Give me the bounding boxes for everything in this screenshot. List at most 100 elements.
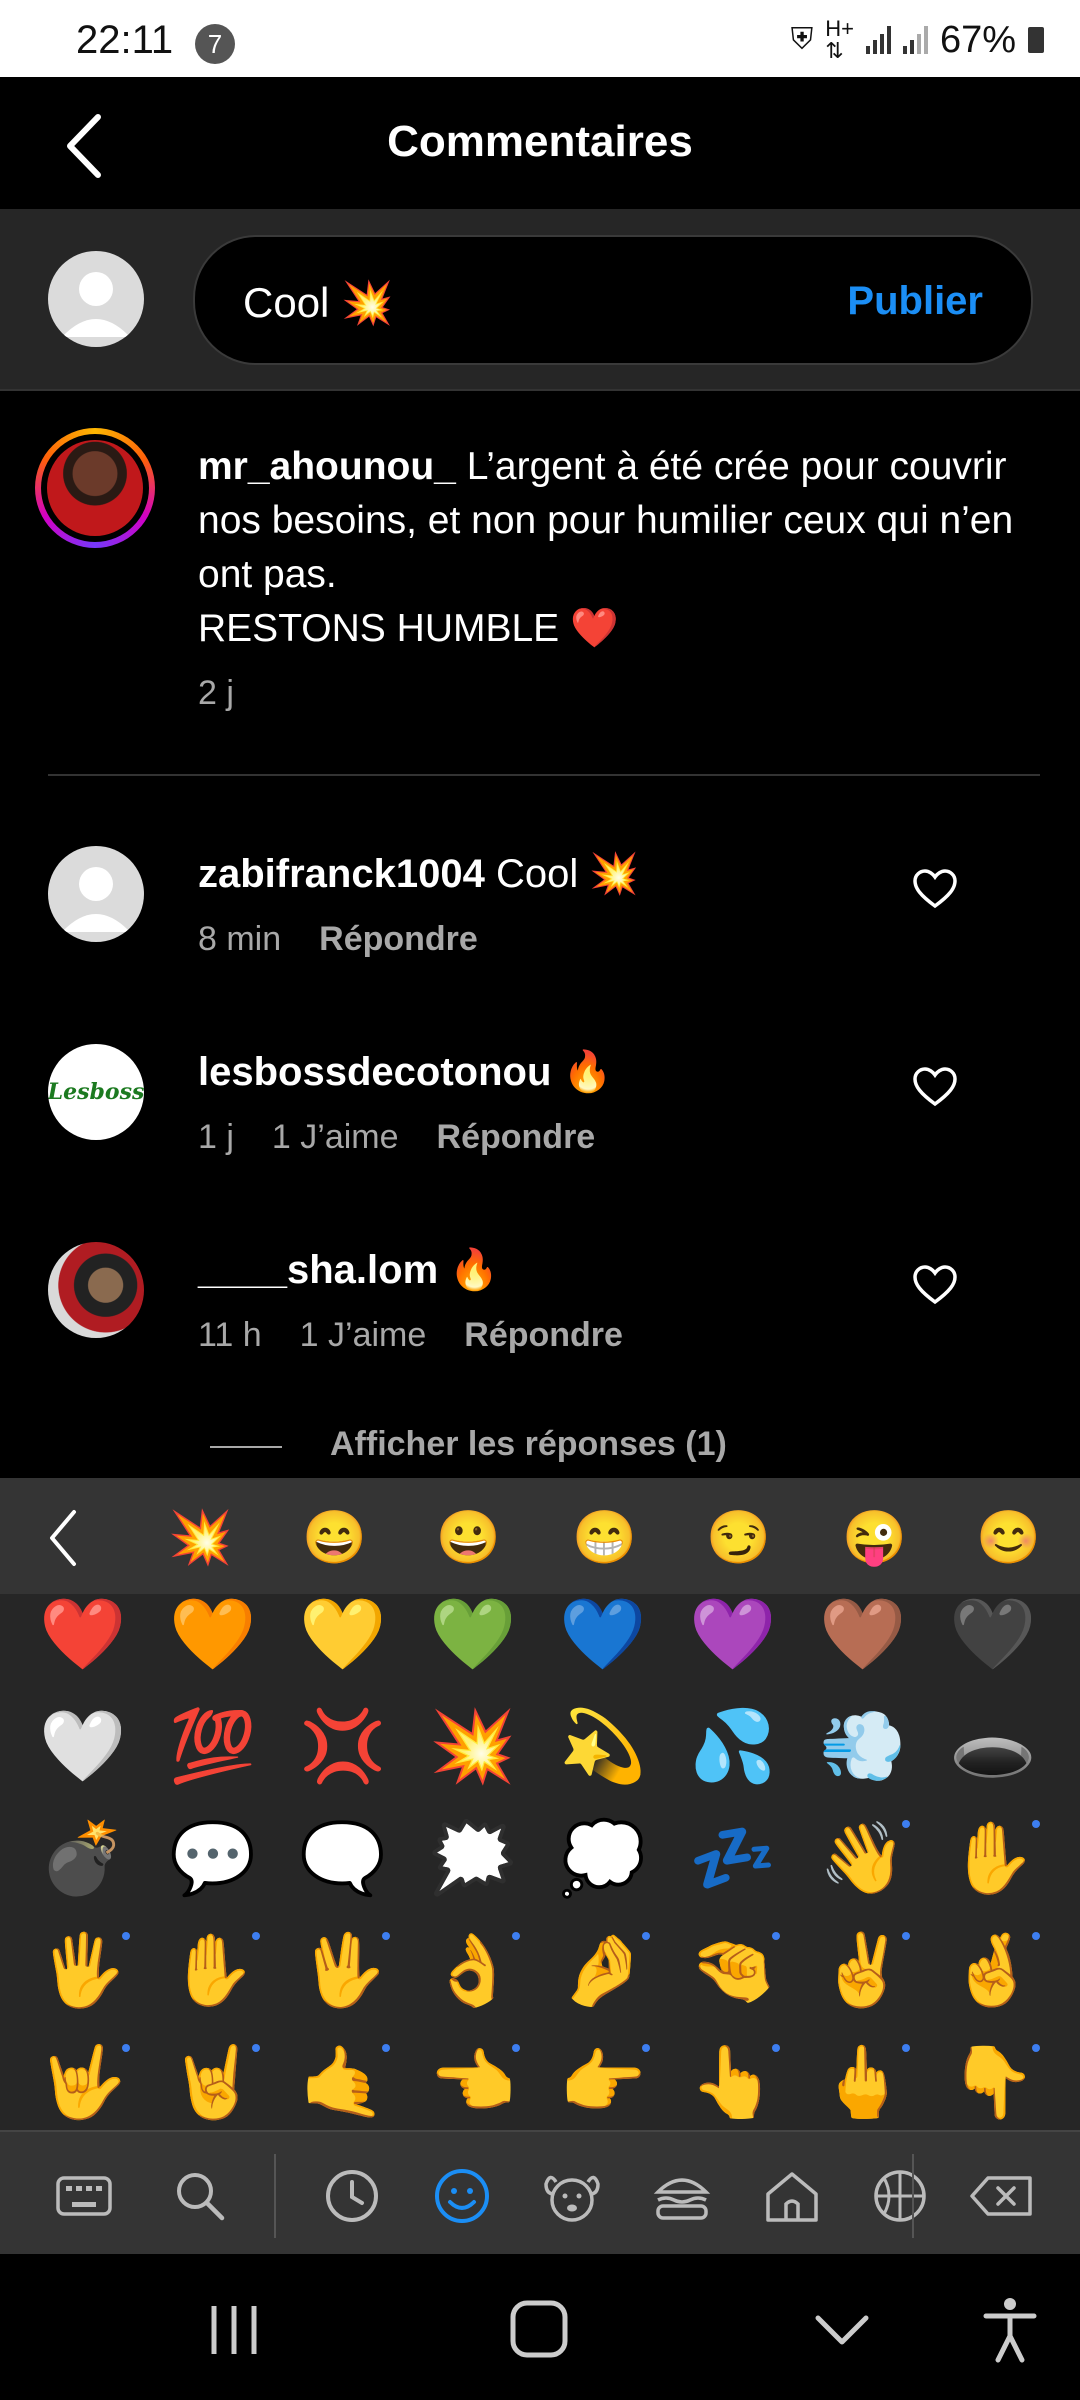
emoji-key[interactable]: 👆 — [668, 2026, 798, 2130]
clock-icon — [326, 2170, 378, 2222]
comment-meta: 11 h 1 J’aime Répondre — [198, 1316, 623, 1355]
emoji-key[interactable]: 👌 — [408, 1914, 538, 2026]
accessibility-button[interactable] — [980, 2294, 1040, 2369]
reply-button[interactable]: Répondre — [437, 1118, 596, 1157]
comment-text: 🔥 — [562, 1050, 613, 1094]
comment-username[interactable]: lesbossdecotonou — [198, 1050, 551, 1094]
recent-emoji[interactable]: 😏 — [706, 1508, 771, 1568]
food-tab[interactable] — [650, 2164, 714, 2228]
emoji-back-button[interactable] — [44, 1506, 84, 1575]
reply-button[interactable]: Répondre — [319, 920, 478, 959]
emoji-key[interactable]: ✌️ — [798, 1914, 928, 2026]
comment-input-text[interactable]: Cool 💥 — [243, 279, 393, 328]
emoji-key[interactable]: 💦 — [668, 1690, 798, 1802]
emoji-key[interactable]: 🖐️ — [18, 1914, 148, 2026]
status-time: 22:11 — [76, 18, 174, 62]
recent-emoji[interactable]: 😁 — [572, 1508, 637, 1568]
comment-time: 1 j — [198, 1118, 234, 1156]
comment-likes[interactable]: 1 J’aime — [300, 1316, 427, 1355]
emoji-search-button[interactable] — [168, 2164, 232, 2228]
emoji-key[interactable]: 🖖 — [278, 1914, 408, 2026]
emoji-key[interactable]: 👈 — [408, 2026, 538, 2130]
emoji-key[interactable]: 💛 — [278, 1594, 408, 1690]
emoji-key[interactable]: 💬 — [148, 1802, 278, 1914]
emoji-key[interactable]: 🧡 — [148, 1594, 278, 1690]
emoji-key[interactable]: 🗨️ — [278, 1802, 408, 1914]
emoji-key[interactable]: 🕳️ — [928, 1690, 1058, 1802]
animals-tab[interactable] — [540, 2164, 604, 2228]
caption-author-avatar[interactable] — [35, 428, 155, 548]
emoji-key[interactable]: 🗯️ — [408, 1802, 538, 1914]
emoji-key[interactable]: 🤏 — [668, 1914, 798, 2026]
comment-item: ____sha.lom 🔥 11 h 1 J’aime Répondre — [0, 1242, 1080, 1432]
recent-apps-button[interactable] — [204, 2302, 264, 2363]
emoji-key[interactable]: 💤 — [668, 1802, 798, 1914]
like-button[interactable] — [912, 1066, 958, 1108]
reply-button[interactable]: Répondre — [464, 1316, 623, 1355]
emoji-key[interactable]: 💥 — [408, 1690, 538, 1802]
keyboard-button[interactable] — [52, 2164, 116, 2228]
comment-likes[interactable]: 1 J’aime — [272, 1118, 399, 1157]
emoji-key[interactable]: 🤘 — [148, 2026, 278, 2130]
emoji-key[interactable]: ❤️ — [18, 1594, 148, 1690]
signal-icon — [865, 26, 891, 54]
burger-icon — [653, 2178, 711, 2220]
emoji-key[interactable]: 💯 — [148, 1690, 278, 1802]
emoji-key[interactable]: 👇 — [928, 2026, 1058, 2130]
emoji-key[interactable]: ✋ — [928, 1802, 1058, 1914]
emoji-key[interactable]: 🤞 — [928, 1914, 1058, 2026]
home-button[interactable] — [508, 2298, 570, 2365]
caption-age: 2 j — [198, 674, 234, 712]
emoji-key[interactable]: 💙 — [538, 1594, 668, 1690]
recent-emoji[interactable]: 💥 — [168, 1508, 233, 1568]
publish-button[interactable]: Publier — [847, 279, 983, 324]
emoji-key[interactable]: 🤍 — [18, 1690, 148, 1802]
heart-icon — [913, 1067, 957, 1107]
hide-keyboard-button[interactable] — [814, 2310, 870, 2355]
view-replies-button[interactable]: Afficher les réponses (1) — [330, 1425, 727, 1464]
commenter-avatar[interactable]: Lesboss — [48, 1044, 144, 1140]
recent-emoji[interactable]: 😀 — [436, 1508, 501, 1568]
recent-tab[interactable] — [320, 2164, 384, 2228]
backspace-button[interactable] — [966, 2164, 1038, 2228]
recent-emoji[interactable]: 😊 — [976, 1508, 1041, 1568]
emoji-key[interactable]: 💫 — [538, 1690, 668, 1802]
battery-icon — [1028, 27, 1044, 53]
comment-item: Lesboss lesbossdecotonou 🔥 1 j 1 J’aime … — [0, 1044, 1080, 1234]
emoji-key[interactable]: ✋ — [148, 1914, 278, 2026]
emoji-key[interactable]: 💢 — [278, 1690, 408, 1802]
smileys-tab[interactable] — [430, 2164, 494, 2228]
emoji-key[interactable]: 🤎 — [798, 1594, 928, 1690]
emoji-key[interactable]: 💣 — [18, 1802, 148, 1914]
recent-emoji[interactable]: 😜 — [842, 1508, 907, 1568]
emoji-key[interactable]: 🤙 — [278, 2026, 408, 2130]
chevron-down-icon — [815, 2315, 869, 2345]
like-button[interactable] — [912, 1264, 958, 1306]
emoji-key[interactable]: 💭 — [538, 1802, 668, 1914]
comment-username[interactable]: zabifranck1004 — [198, 852, 485, 896]
data-saver-icon: ⛨ — [790, 23, 814, 56]
keyboard-icon — [56, 2176, 112, 2216]
commenter-avatar[interactable] — [48, 846, 144, 942]
signal-icon-2 — [902, 26, 928, 54]
like-button[interactable] — [912, 868, 958, 910]
emoji-key[interactable]: 👋 — [798, 1802, 928, 1914]
recent-emoji[interactable]: 😄 — [302, 1508, 367, 1568]
comment-username[interactable]: ____sha.lom — [198, 1248, 438, 1292]
emoji-key[interactable]: 🤟 — [18, 2026, 148, 2130]
emoji-key[interactable]: 🤌 — [538, 1914, 668, 2026]
comment-input[interactable]: Cool 💥 Publier — [193, 235, 1033, 365]
activities-tab[interactable] — [868, 2164, 932, 2228]
caption-username[interactable]: mr_ahounou_ — [198, 445, 456, 488]
heart-icon — [913, 1265, 957, 1305]
emoji-key[interactable]: 💜 — [668, 1594, 798, 1690]
comment-text: 🔥 — [449, 1248, 500, 1292]
emoji-key[interactable]: 👉 — [538, 2026, 668, 2130]
emoji-key[interactable]: 🖤 — [928, 1594, 1058, 1690]
emoji-key[interactable]: 💨 — [798, 1690, 928, 1802]
emoji-key[interactable]: 🖕 — [798, 2026, 928, 2130]
emoji-key[interactable]: 💚 — [408, 1594, 538, 1690]
toolbar-separator — [912, 2154, 914, 2238]
commenter-avatar[interactable] — [48, 1242, 144, 1338]
places-tab[interactable] — [760, 2164, 824, 2228]
